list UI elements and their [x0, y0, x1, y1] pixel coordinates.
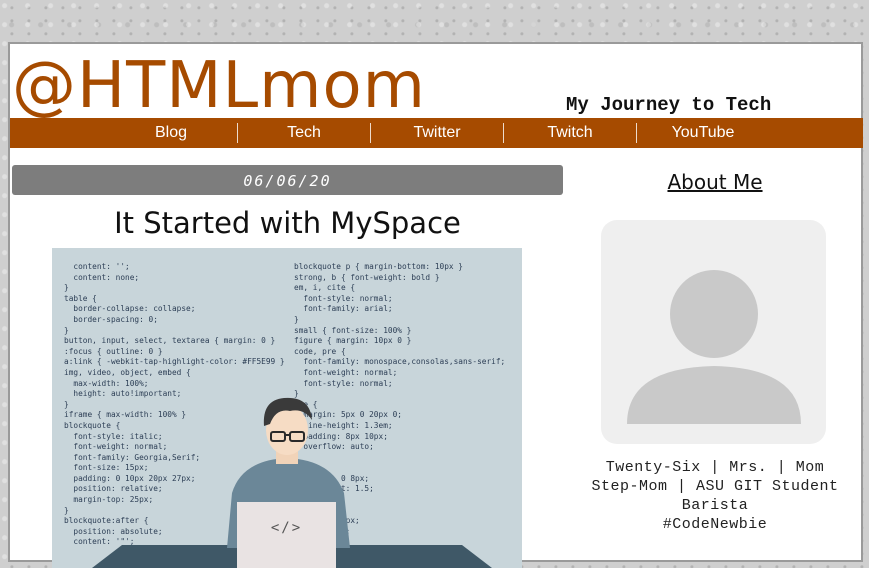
post-title[interactable]: It Started with MySpace — [12, 206, 563, 240]
bio-text: Twenty-Six | Mrs. | Mom Step-Mom | ASU G… — [591, 459, 839, 533]
nav-link-twitter[interactable]: Twitter — [371, 123, 504, 143]
post-date-bar: 06/06/20 — [12, 165, 563, 195]
about-me-heading[interactable]: About Me — [630, 170, 800, 194]
avatar — [601, 220, 826, 444]
site-logo[interactable]: @HTMLmom — [12, 46, 426, 126]
nav-link-youtube[interactable]: YouTube — [637, 123, 769, 143]
laptop-code-symbol: </> — [270, 520, 303, 536]
nav-link-tech[interactable]: Tech — [238, 123, 371, 143]
default-avatar-icon — [627, 270, 801, 424]
post-date: 06/06/20 — [243, 172, 332, 190]
nav-link-blog[interactable]: Blog — [105, 123, 238, 143]
nav-link-twitch[interactable]: Twitch — [504, 123, 637, 143]
post-hero-image: content: ''; content: none; } table { bo… — [52, 248, 522, 568]
main-nav: Blog Tech Twitter Twitch YouTube — [10, 118, 863, 148]
page-container: @HTMLmom My Journey to Tech Blog Tech Tw… — [8, 42, 863, 568]
site-tagline: My Journey to Tech — [566, 94, 772, 116]
